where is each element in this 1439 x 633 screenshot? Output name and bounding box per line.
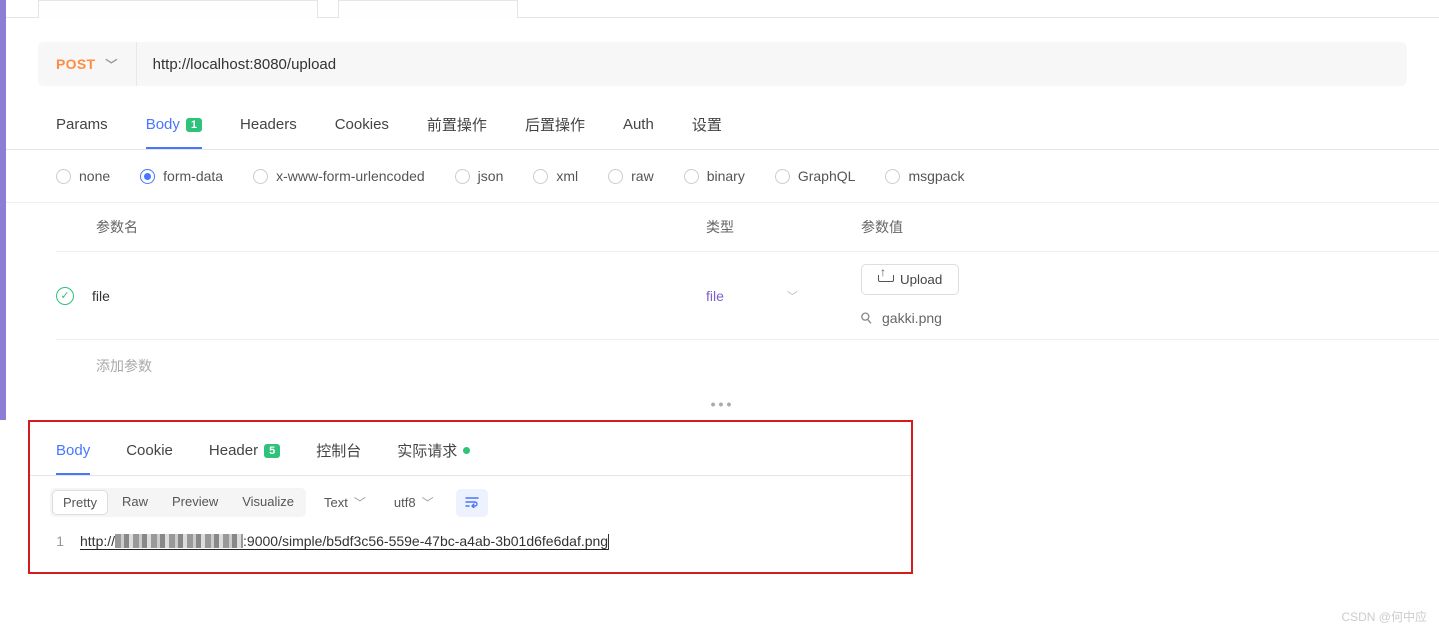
radio-json[interactable]: json bbox=[455, 168, 504, 184]
radio-graphql[interactable]: GraphQL bbox=[775, 168, 856, 184]
chevron-down-icon: ﹀ bbox=[787, 288, 798, 304]
body-type-selector: none form-data x-www-form-urlencoded jso… bbox=[6, 150, 1439, 203]
response-toolbar: Pretty Raw Preview Visualize Text ﹀ utf8… bbox=[30, 476, 911, 525]
tab-placeholder[interactable] bbox=[38, 0, 318, 18]
radio-none[interactable]: none bbox=[56, 168, 110, 184]
table-row[interactable]: ✓ file file ﹀ Upload ⚲ gakki.png bbox=[56, 252, 1439, 340]
tab-params[interactable]: Params bbox=[56, 114, 108, 149]
view-pretty[interactable]: Pretty bbox=[52, 490, 108, 515]
text-cursor bbox=[608, 534, 609, 550]
header-count-badge: 5 bbox=[264, 444, 280, 458]
tab-cookies[interactable]: Cookies bbox=[335, 114, 389, 149]
tab-headers[interactable]: Headers bbox=[240, 114, 297, 149]
radio-icon bbox=[684, 169, 699, 184]
tab-settings[interactable]: 设置 bbox=[692, 114, 722, 149]
tab-post-request[interactable]: 后置操作 bbox=[525, 114, 585, 149]
url-input[interactable] bbox=[137, 42, 1407, 86]
response-tabs: Body Cookie Header 5 控制台 实际请求 bbox=[30, 432, 911, 476]
view-preview[interactable]: Preview bbox=[160, 488, 230, 517]
add-param-row[interactable]: 添加参数 bbox=[56, 340, 1439, 392]
param-name[interactable]: file bbox=[92, 288, 110, 304]
wrap-lines-button[interactable] bbox=[456, 489, 488, 517]
chevron-down-icon: ﹀ bbox=[354, 494, 366, 511]
resp-tab-body[interactable]: Body bbox=[56, 440, 90, 475]
watermark: CSDN @何中应 bbox=[1341, 608, 1427, 625]
editor-tabs bbox=[6, 0, 1439, 18]
response-line[interactable]: http://:9000/simple/b5df3c56-559e-47bc-a… bbox=[80, 533, 609, 550]
radio-binary[interactable]: binary bbox=[684, 168, 745, 184]
line-number: 1 bbox=[50, 533, 80, 550]
radio-msgpack[interactable]: msgpack bbox=[885, 168, 964, 184]
response-body-code[interactable]: 1 http://:9000/simple/b5df3c56-559e-47bc… bbox=[30, 525, 911, 550]
status-dot-icon bbox=[463, 447, 470, 454]
resp-tab-cookie[interactable]: Cookie bbox=[126, 440, 173, 475]
request-bar: POST ﹀ bbox=[38, 42, 1407, 86]
param-type-select[interactable]: file ﹀ bbox=[706, 288, 861, 304]
radio-xml[interactable]: xml bbox=[533, 168, 578, 184]
view-mode-group: Pretty Raw Preview Visualize bbox=[50, 488, 306, 517]
tab-body[interactable]: Body 1 bbox=[146, 114, 202, 149]
radio-icon bbox=[140, 169, 155, 184]
format-select[interactable]: Text ﹀ bbox=[314, 489, 376, 516]
radio-icon bbox=[455, 169, 470, 184]
radio-icon bbox=[533, 169, 548, 184]
radio-icon bbox=[885, 169, 900, 184]
http-method: POST bbox=[56, 56, 95, 72]
radio-form-data[interactable]: form-data bbox=[140, 168, 223, 184]
chevron-down-icon: ﹀ bbox=[422, 494, 434, 511]
radio-icon bbox=[56, 169, 71, 184]
encoding-select[interactable]: utf8 ﹀ bbox=[384, 489, 444, 516]
radio-icon bbox=[608, 169, 623, 184]
http-method-select[interactable]: POST ﹀ bbox=[38, 42, 137, 86]
radio-urlencoded[interactable]: x-www-form-urlencoded bbox=[253, 168, 425, 184]
resp-tab-header[interactable]: Header 5 bbox=[209, 440, 280, 475]
request-tabs: Params Body 1 Headers Cookies 前置操作 后置操作 … bbox=[6, 86, 1439, 150]
wrap-icon bbox=[465, 496, 479, 508]
radio-icon bbox=[253, 169, 268, 184]
upload-button[interactable]: Upload bbox=[861, 264, 959, 295]
view-raw[interactable]: Raw bbox=[110, 488, 160, 517]
form-data-table: 参数名 类型 参数值 ✓ file file ﹀ Upload bbox=[6, 203, 1439, 392]
resp-tab-console[interactable]: 控制台 bbox=[316, 440, 361, 475]
chevron-down-icon: ﹀ bbox=[105, 56, 117, 73]
response-panel: Body Cookie Header 5 控制台 实际请求 Pretty Raw… bbox=[28, 420, 913, 574]
radio-icon bbox=[775, 169, 790, 184]
tab-placeholder[interactable] bbox=[338, 0, 518, 18]
tab-auth[interactable]: Auth bbox=[623, 114, 654, 149]
body-count-badge: 1 bbox=[186, 118, 202, 132]
col-header-value: 参数值 bbox=[861, 217, 1439, 237]
paperclip-icon: ⚲ bbox=[857, 308, 877, 329]
col-header-type: 类型 bbox=[706, 217, 861, 237]
attachment-file[interactable]: ⚲ gakki.png bbox=[861, 309, 1439, 327]
col-header-name: 参数名 bbox=[56, 217, 706, 237]
left-accent-strip bbox=[0, 0, 6, 420]
redacted-host bbox=[115, 534, 243, 548]
check-icon[interactable]: ✓ bbox=[56, 287, 74, 305]
table-header: 参数名 类型 参数值 bbox=[56, 203, 1439, 252]
radio-raw[interactable]: raw bbox=[608, 168, 654, 184]
resp-tab-actual[interactable]: 实际请求 bbox=[397, 440, 470, 475]
view-visualize[interactable]: Visualize bbox=[230, 488, 306, 517]
resize-handle[interactable]: ••• bbox=[6, 392, 1439, 416]
tab-pre-request[interactable]: 前置操作 bbox=[427, 114, 487, 149]
